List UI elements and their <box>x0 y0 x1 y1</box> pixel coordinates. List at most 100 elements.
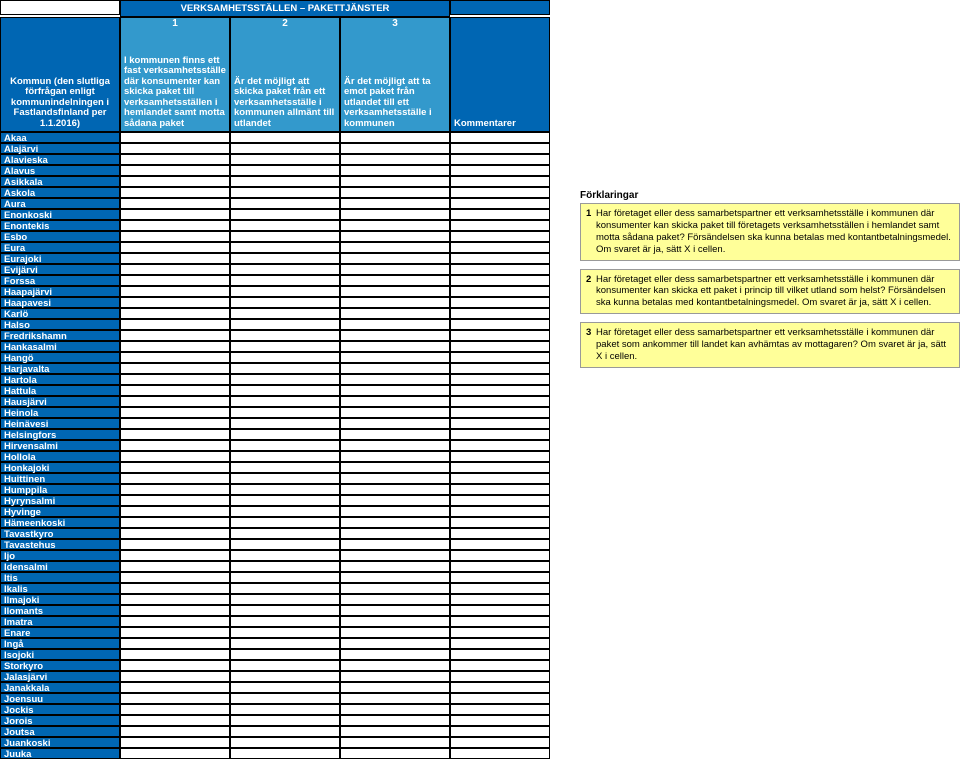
data-cell[interactable] <box>340 495 450 506</box>
data-cell[interactable] <box>230 594 340 605</box>
data-cell[interactable] <box>450 330 550 341</box>
data-cell[interactable] <box>450 407 550 418</box>
data-cell[interactable] <box>230 583 340 594</box>
data-cell[interactable] <box>450 528 550 539</box>
data-cell[interactable] <box>450 418 550 429</box>
data-cell[interactable] <box>120 154 230 165</box>
data-cell[interactable] <box>120 693 230 704</box>
data-cell[interactable] <box>450 583 550 594</box>
data-cell[interactable] <box>340 649 450 660</box>
data-cell[interactable] <box>230 297 340 308</box>
data-cell[interactable] <box>340 198 450 209</box>
data-cell[interactable] <box>450 704 550 715</box>
data-cell[interactable] <box>120 594 230 605</box>
data-cell[interactable] <box>450 143 550 154</box>
data-cell[interactable] <box>120 473 230 484</box>
data-cell[interactable] <box>120 638 230 649</box>
data-cell[interactable] <box>450 693 550 704</box>
data-cell[interactable] <box>120 231 230 242</box>
data-cell[interactable] <box>230 352 340 363</box>
data-cell[interactable] <box>340 407 450 418</box>
data-cell[interactable] <box>230 726 340 737</box>
data-cell[interactable] <box>120 616 230 627</box>
data-cell[interactable] <box>450 165 550 176</box>
data-cell[interactable] <box>340 561 450 572</box>
data-cell[interactable] <box>340 715 450 726</box>
data-cell[interactable] <box>230 484 340 495</box>
data-cell[interactable] <box>450 440 550 451</box>
data-cell[interactable] <box>340 396 450 407</box>
data-cell[interactable] <box>230 660 340 671</box>
data-cell[interactable] <box>120 561 230 572</box>
data-cell[interactable] <box>450 154 550 165</box>
data-cell[interactable] <box>230 176 340 187</box>
data-cell[interactable] <box>230 528 340 539</box>
data-cell[interactable] <box>120 286 230 297</box>
data-cell[interactable] <box>230 385 340 396</box>
data-cell[interactable] <box>340 165 450 176</box>
data-cell[interactable] <box>120 418 230 429</box>
data-cell[interactable] <box>450 198 550 209</box>
data-cell[interactable] <box>450 253 550 264</box>
data-cell[interactable] <box>340 341 450 352</box>
data-cell[interactable] <box>450 627 550 638</box>
data-cell[interactable] <box>340 253 450 264</box>
data-cell[interactable] <box>230 462 340 473</box>
data-cell[interactable] <box>450 286 550 297</box>
data-cell[interactable] <box>340 440 450 451</box>
data-cell[interactable] <box>450 176 550 187</box>
data-cell[interactable] <box>340 264 450 275</box>
data-cell[interactable] <box>450 682 550 693</box>
data-cell[interactable] <box>230 440 340 451</box>
data-cell[interactable] <box>230 143 340 154</box>
data-cell[interactable] <box>340 627 450 638</box>
data-cell[interactable] <box>120 748 230 759</box>
data-cell[interactable] <box>120 649 230 660</box>
data-cell[interactable] <box>340 550 450 561</box>
data-cell[interactable] <box>120 363 230 374</box>
data-cell[interactable] <box>120 737 230 748</box>
data-cell[interactable] <box>340 660 450 671</box>
data-cell[interactable] <box>230 286 340 297</box>
data-cell[interactable] <box>450 429 550 440</box>
data-cell[interactable] <box>120 264 230 275</box>
data-cell[interactable] <box>230 165 340 176</box>
data-cell[interactable] <box>450 264 550 275</box>
data-cell[interactable] <box>120 583 230 594</box>
data-cell[interactable] <box>340 231 450 242</box>
data-cell[interactable] <box>230 572 340 583</box>
data-cell[interactable] <box>340 330 450 341</box>
data-cell[interactable] <box>230 451 340 462</box>
data-cell[interactable] <box>450 319 550 330</box>
data-cell[interactable] <box>450 374 550 385</box>
data-cell[interactable] <box>230 473 340 484</box>
data-cell[interactable] <box>450 737 550 748</box>
data-cell[interactable] <box>340 385 450 396</box>
data-cell[interactable] <box>340 308 450 319</box>
data-cell[interactable] <box>340 143 450 154</box>
data-cell[interactable] <box>120 396 230 407</box>
data-cell[interactable] <box>120 660 230 671</box>
data-cell[interactable] <box>230 550 340 561</box>
data-cell[interactable] <box>450 385 550 396</box>
data-cell[interactable] <box>120 495 230 506</box>
data-cell[interactable] <box>450 308 550 319</box>
data-cell[interactable] <box>120 176 230 187</box>
data-cell[interactable] <box>120 143 230 154</box>
data-cell[interactable] <box>230 253 340 264</box>
data-cell[interactable] <box>120 462 230 473</box>
data-cell[interactable] <box>450 660 550 671</box>
data-cell[interactable] <box>340 704 450 715</box>
data-cell[interactable] <box>340 132 450 143</box>
data-cell[interactable] <box>120 429 230 440</box>
data-cell[interactable] <box>230 418 340 429</box>
data-cell[interactable] <box>340 209 450 220</box>
data-cell[interactable] <box>450 748 550 759</box>
data-cell[interactable] <box>120 528 230 539</box>
data-cell[interactable] <box>340 539 450 550</box>
data-cell[interactable] <box>120 275 230 286</box>
data-cell[interactable] <box>120 682 230 693</box>
data-cell[interactable] <box>340 451 450 462</box>
data-cell[interactable] <box>450 616 550 627</box>
data-cell[interactable] <box>230 330 340 341</box>
